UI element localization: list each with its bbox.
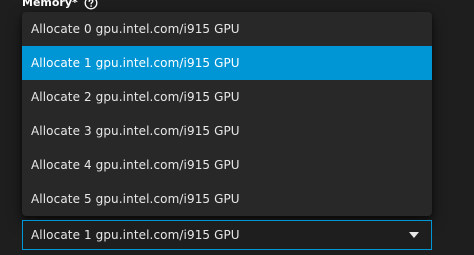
dropdown-option[interactable]: Allocate 5 gpu.intel.com/i915 GPU xyxy=(22,182,432,216)
gpu-select[interactable]: Allocate 1 gpu.intel.com/i915 GPU xyxy=(22,220,432,250)
dropdown-menu: Allocate 0 gpu.intel.com/i915 GPU Alloca… xyxy=(22,12,432,216)
field-label: Memory* xyxy=(22,0,98,10)
field-label-name: Memory xyxy=(22,0,73,9)
dropdown-option[interactable]: Allocate 2 gpu.intel.com/i915 GPU xyxy=(22,80,432,114)
dropdown-option[interactable]: Allocate 0 gpu.intel.com/i915 GPU xyxy=(22,12,432,46)
select-value: Allocate 1 gpu.intel.com/i915 GPU xyxy=(31,228,240,242)
question-circle-icon[interactable] xyxy=(84,0,98,10)
dropdown-option[interactable]: Allocate 3 gpu.intel.com/i915 GPU xyxy=(22,114,432,148)
dropdown-option[interactable]: Allocate 4 gpu.intel.com/i915 GPU xyxy=(22,148,432,182)
field-label-text: Memory* xyxy=(22,0,78,10)
required-marker: * xyxy=(72,0,78,9)
gpu-allocation-form: Memory* Allocate 0 gpu.intel.com/i915 GP… xyxy=(0,0,474,255)
triangle-down-icon[interactable] xyxy=(409,232,419,238)
dropdown-option-selected[interactable]: Allocate 1 gpu.intel.com/i915 GPU xyxy=(22,46,432,80)
